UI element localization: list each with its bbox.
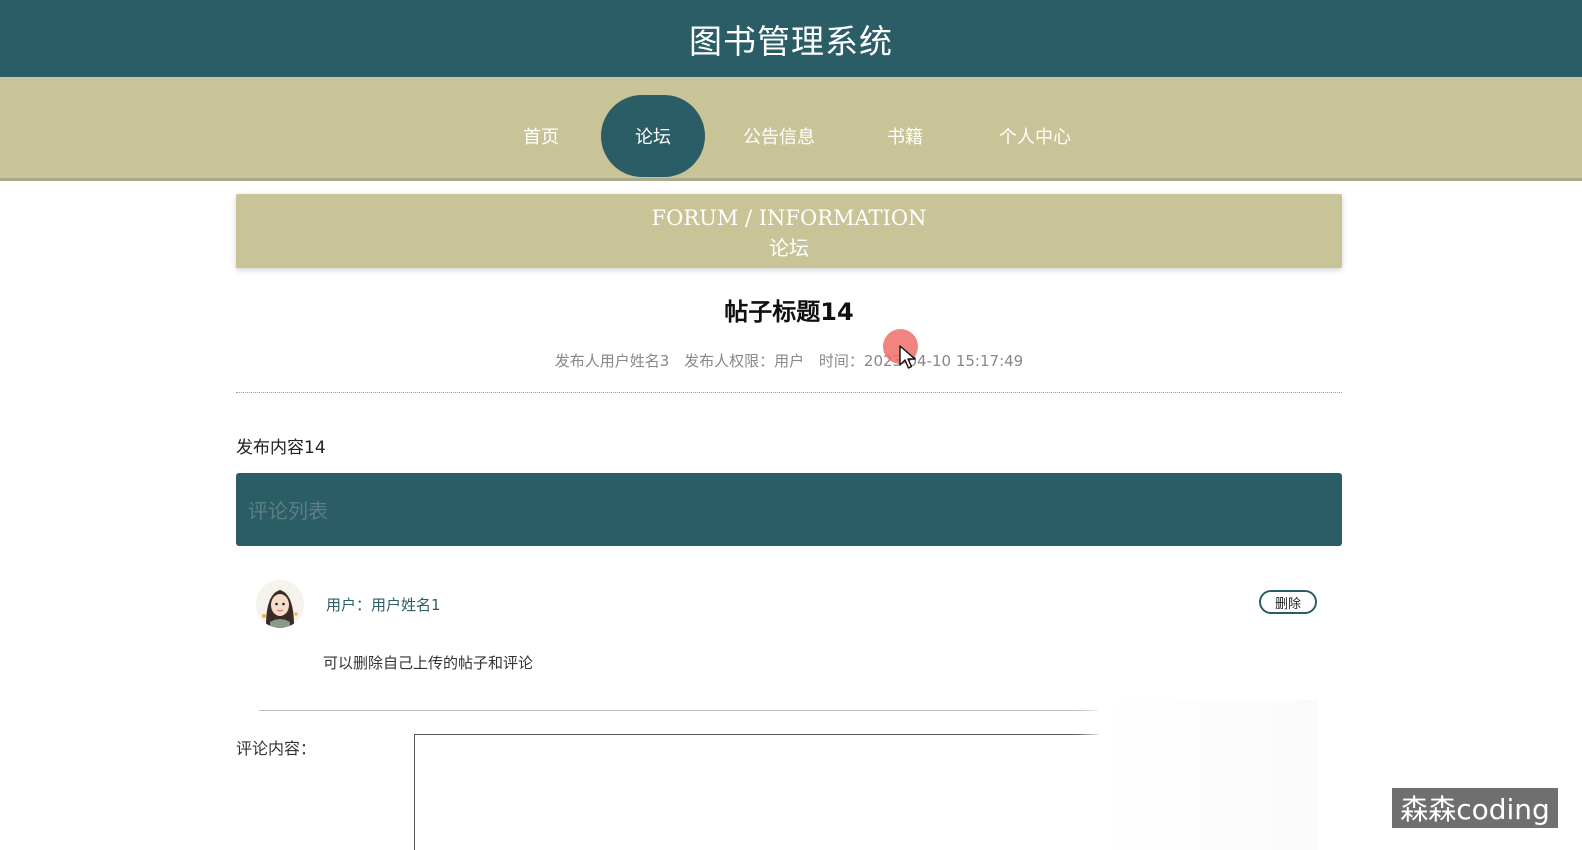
avatar-illustration-icon (256, 580, 304, 628)
nav-item-forum[interactable]: 论坛 (601, 95, 705, 177)
comment-divider (259, 710, 1099, 711)
nav-item-books[interactable]: 书籍 (869, 95, 941, 177)
post-title: 帖子标题14 (724, 298, 854, 326)
banner-chinese-title: 论坛 (769, 236, 809, 260)
post-content: 发布内容14 (236, 438, 326, 458)
page: 图书管理系统 首页 论坛 公告信息 书籍 个人中心 FORUM / INFORM… (0, 0, 1582, 850)
comment-textarea[interactable] (414, 734, 1098, 850)
comment-form-label: 评论内容： (236, 739, 317, 758)
comment-username: 用户：用户姓名1 (326, 596, 441, 614)
section-banner: FORUM / INFORMATION 论坛 (236, 194, 1342, 268)
title-divider (236, 392, 1342, 393)
mouse-cursor-icon (899, 345, 916, 369)
nav-item-personal-center[interactable]: 个人中心 (985, 95, 1085, 177)
post-author-role: 发布人权限：用户 (684, 352, 805, 370)
avatar (256, 580, 304, 628)
delete-comment-button[interactable]: 删除 (1259, 590, 1317, 614)
banner-english-title: FORUM / INFORMATION (651, 206, 927, 230)
nav-item-home[interactable]: 首页 (505, 95, 577, 177)
main-nav: 首页 论坛 公告信息 书籍 个人中心 (0, 77, 1582, 181)
post-author: 发布人用户姓名3 (554, 352, 670, 370)
blur-overlay (1098, 700, 1318, 850)
site-title: 图书管理系统 (689, 21, 893, 61)
post-meta: 发布人用户姓名3 发布人权限：用户 时间：2023-04-10 15:17:49 (236, 350, 1342, 371)
post-time: 时间：2023-04-10 15:17:49 (818, 352, 1024, 370)
comment-text: 可以删除自己上传的帖子和评论 (323, 654, 534, 672)
comment-item: 用户：用户姓名1 删除 可以删除自己上传的帖子和评论 (236, 570, 1342, 715)
comments-header: 评论列表 (236, 473, 1342, 546)
watermark: 森森coding (1392, 788, 1558, 828)
nav-item-announcements[interactable]: 公告信息 (731, 95, 827, 177)
comments-header-label: 评论列表 (248, 499, 328, 523)
top-header: 图书管理系统 (0, 0, 1582, 77)
